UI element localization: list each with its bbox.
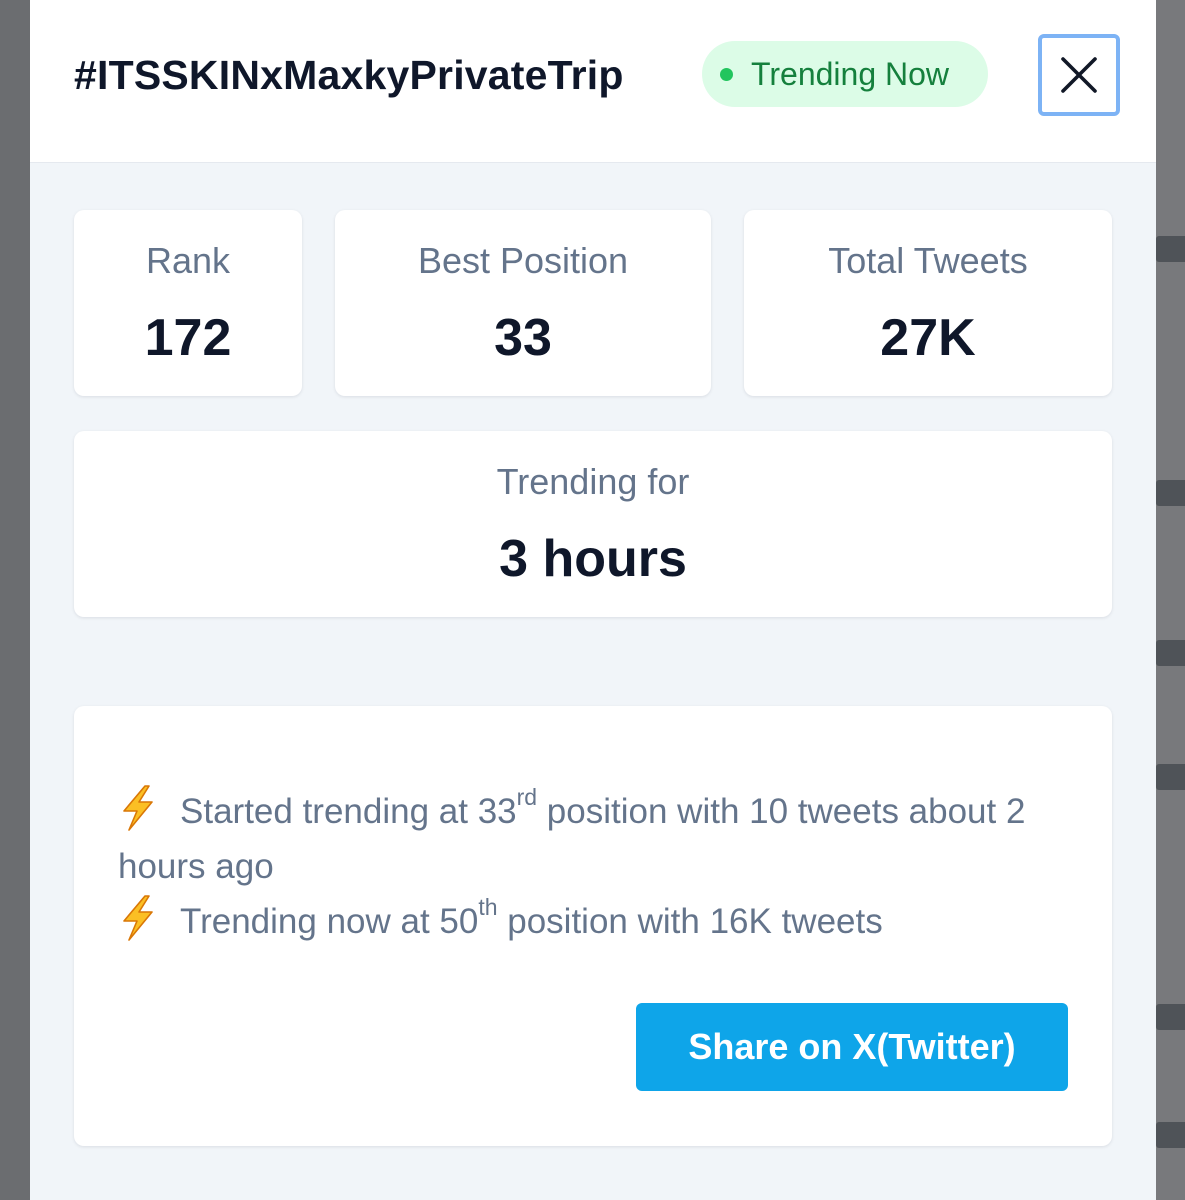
backdrop-stripe xyxy=(1156,640,1185,666)
rank-value: 172 xyxy=(144,309,232,367)
backdrop-stripe xyxy=(1156,236,1185,262)
rank-label: Rank xyxy=(145,240,231,281)
backdrop-stripe xyxy=(1156,1122,1185,1148)
trending-status-badge: Trending Now xyxy=(702,41,988,107)
history-item-started: Started trending at 33rd position with 1… xyxy=(118,784,1078,894)
history-item-now: Trending now at 50th position with 16K t… xyxy=(118,894,1078,949)
total-tweets-card: Total Tweets 27K xyxy=(744,210,1112,396)
status-dot-icon xyxy=(720,67,733,81)
modal-header: #ITSSKINxMaxkyPrivateTrip Trending Now xyxy=(30,0,1156,163)
total-tweets-value: 27K xyxy=(880,309,976,367)
hashtag-details-modal: #ITSSKINxMaxkyPrivateTrip Trending Now R… xyxy=(30,0,1156,1200)
rank-card: Rank 172 xyxy=(74,210,302,396)
backdrop-overlay xyxy=(1156,0,1185,1200)
backdrop-stripe xyxy=(1156,1004,1185,1030)
trending-duration-card: Trending for 3 hours xyxy=(74,431,1112,617)
close-button[interactable] xyxy=(1038,34,1120,116)
backdrop-stripe xyxy=(1156,480,1185,506)
total-tweets-label: Total Tweets xyxy=(828,240,1028,281)
now-text-prefix: Trending now at 50 xyxy=(180,902,479,941)
now-text-rest: position with 16K tweets xyxy=(497,902,883,941)
share-on-x-button[interactable]: Share on X(Twitter) xyxy=(636,1003,1068,1091)
trend-history-card: Started trending at 33rd position with 1… xyxy=(74,706,1112,1146)
best-position-value: 33 xyxy=(494,309,552,367)
started-ordinal-suffix: rd xyxy=(516,784,538,810)
lightning-bolt-icon xyxy=(123,785,153,831)
trending-status-label: Trending Now xyxy=(751,55,950,92)
trending-duration-value: 3 hours xyxy=(499,530,687,588)
lightning-bolt-icon xyxy=(123,895,153,941)
hashtag-title: #ITSSKINxMaxkyPrivateTrip xyxy=(74,52,624,98)
best-position-card: Best Position 33 xyxy=(335,210,711,396)
trend-history-text: Started trending at 33rd position with 1… xyxy=(118,784,1078,949)
best-position-label: Best Position xyxy=(417,240,629,281)
close-x-icon xyxy=(1061,57,1097,93)
backdrop-stripe xyxy=(1156,764,1185,790)
now-ordinal-suffix: th xyxy=(478,894,498,920)
trending-duration-label: Trending for xyxy=(496,461,690,502)
started-text-prefix: Started trending at 33 xyxy=(180,792,517,831)
